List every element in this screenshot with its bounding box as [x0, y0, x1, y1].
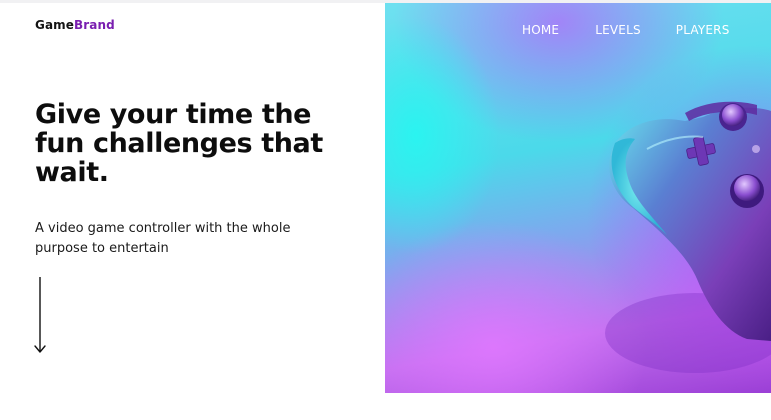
hero-subtitle: A video game controller with the whole p… — [35, 221, 291, 256]
nav-item-levels[interactable]: LEVELS — [595, 23, 641, 37]
brand-logo-part1: Game — [35, 18, 74, 32]
hero-headline: Give your time the fun challenges that w… — [35, 99, 323, 188]
brand-logo-part2: Brand — [74, 18, 115, 32]
brand-logo[interactable]: GameBrand — [35, 18, 115, 32]
arrow-down-icon[interactable] — [31, 276, 49, 356]
main-nav: HOME LEVELS PLAYERS — [522, 23, 730, 37]
landing-page: GameBrand Give your time the fun challen… — [0, 0, 771, 420]
nav-item-players[interactable]: PLAYERS — [676, 23, 730, 37]
hero-image — [385, 3, 771, 393]
page-bottom-margin — [385, 393, 771, 420]
game-controller-image — [605, 101, 771, 373]
nav-item-home[interactable]: HOME — [522, 23, 559, 37]
